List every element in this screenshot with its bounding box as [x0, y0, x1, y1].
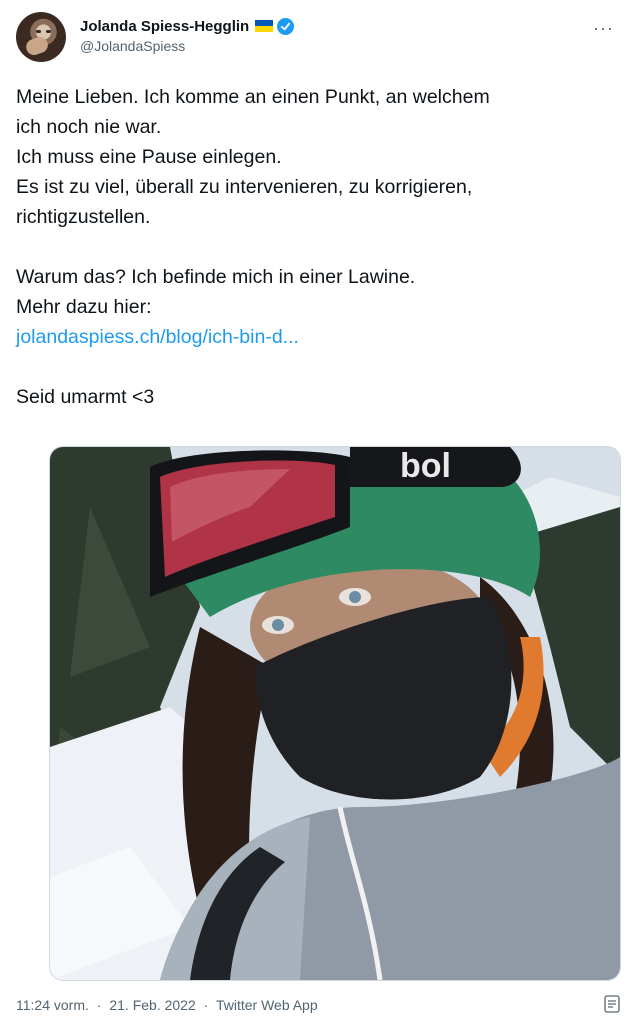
verified-badge-icon: [277, 17, 295, 35]
tweet-line: Mehr dazu hier:: [16, 296, 152, 318]
avatar-hand: [23, 34, 51, 58]
ukraine-flag-icon: [255, 20, 274, 32]
analytics-icon[interactable]: [604, 995, 620, 1013]
avatar[interactable]: [16, 12, 66, 62]
author-names: Jolanda Spiess-Hegglin @JolandaSpiess: [80, 16, 295, 54]
tweet-header: Jolanda Spiess-Hegglin @JolandaSpiess ··…: [16, 12, 620, 64]
tweet-line: richtigzustellen.: [16, 206, 151, 228]
tweet-text: Meine Lieben. Ich komme an einen Punkt, …: [16, 82, 620, 412]
avatar-eye: [36, 30, 41, 33]
helmet-logo: bol: [400, 447, 451, 485]
tweet-closing: Seid umarmt <3: [16, 386, 155, 408]
tweet-line: Meine Lieben. Ich komme an einen Punkt, …: [16, 86, 490, 108]
tweet-line: ich noch nie war.: [16, 116, 162, 138]
tweet-meta: 11:24 vorm. · 21. Feb. 2022 · Twitter We…: [16, 997, 322, 1013]
avatar-eye: [46, 30, 51, 33]
user-handle[interactable]: @JolandaSpiess: [80, 38, 294, 54]
tweet-photo[interactable]: bol: [49, 446, 621, 981]
display-name[interactable]: Jolanda Spiess-Hegglin: [80, 18, 249, 35]
tweet-source: Twitter Web App: [215, 997, 318, 1013]
tweet-line: Warum das? Ich befinde mich in einer Law…: [16, 266, 416, 288]
tweet-date[interactable]: 21. Feb. 2022: [109, 997, 195, 1013]
meta-separator: ·: [96, 997, 102, 1013]
more-options-icon[interactable]: ···: [593, 18, 614, 39]
blog-link[interactable]: jolandaspiess.ch/blog/ich-bin-d...: [16, 322, 620, 352]
tweet-line: Ich muss eine Pause einlegen.: [16, 146, 282, 168]
tweet-line: Es ist zu viel, überall zu intervenieren…: [16, 176, 473, 198]
tweet-time[interactable]: 11:24 vorm.: [16, 997, 89, 1013]
selfie-photo: bol: [50, 447, 620, 980]
meta-separator: ·: [203, 997, 209, 1013]
